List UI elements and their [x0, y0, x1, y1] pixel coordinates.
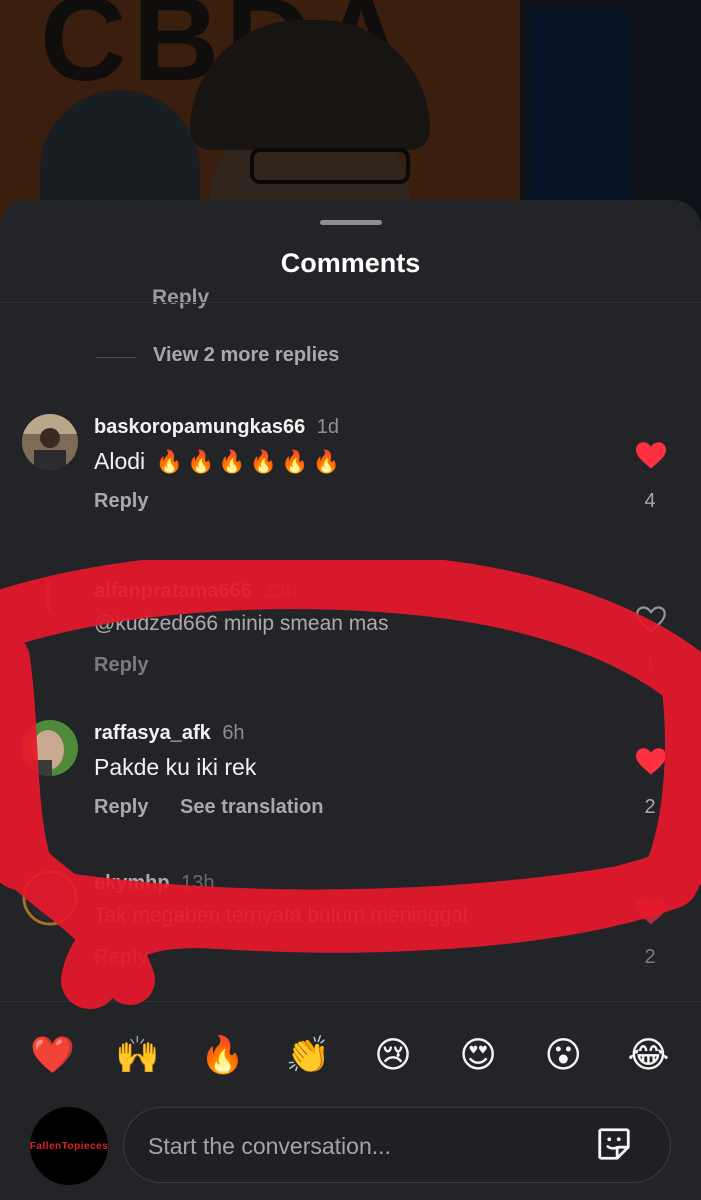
- reply-button[interactable]: Reply: [94, 654, 148, 676]
- emoji-red-heart[interactable]: ❤️: [23, 1034, 83, 1076]
- reply-button[interactable]: Reply: [94, 490, 148, 512]
- sheet-title: Comments: [280, 248, 421, 278]
- like-count: 2: [644, 946, 656, 968]
- like-count: 1: [644, 654, 656, 676]
- comment-item: raffasya_afk 6h Pakde ku iki rek Reply S…: [0, 706, 701, 826]
- emoji-fire[interactable]: 🔥: [193, 1034, 253, 1076]
- partial-reply-label[interactable]: Reply: [152, 286, 209, 310]
- reply-button[interactable]: Reply: [94, 796, 148, 818]
- fire-emoji: 🔥: [218, 449, 246, 474]
- heart-outline-icon[interactable]: [636, 606, 666, 634]
- sheet-grabber[interactable]: [320, 220, 382, 225]
- comment-text: Tak megaben ternyata bulum meninggal: [94, 904, 468, 927]
- comment-time: 1d: [316, 416, 340, 438]
- comment-username[interactable]: baskoropamungkas66: [94, 416, 305, 438]
- fire-emoji: 🔥: [249, 449, 278, 474]
- comment-username[interactable]: ekymhp: [94, 872, 170, 894]
- like-count: 2: [644, 796, 656, 818]
- comment-item: ekymhp 13h Tak megaben ternyata bulum me…: [0, 856, 701, 976]
- heart-filled-icon[interactable]: [636, 442, 666, 470]
- comment-time: 6h: [222, 722, 245, 744]
- avatar[interactable]: [22, 414, 78, 470]
- fire-emoji: 🔥: [312, 449, 340, 474]
- heart-filled-icon[interactable]: [636, 898, 666, 926]
- reply-button[interactable]: Reply: [94, 946, 148, 968]
- heart-filled-icon[interactable]: [636, 748, 666, 776]
- emoji-surprised[interactable]: 😮: [533, 1034, 593, 1076]
- my-avatar[interactable]: FallenTopieces: [30, 1107, 108, 1185]
- like-count: 4: [644, 490, 656, 512]
- comment-text: Pakde ku iki rek: [94, 754, 257, 780]
- comment-username[interactable]: raffasya_afk: [94, 722, 211, 744]
- emoji-quick-bar: ❤️ 🙌 🔥 👏 😢 😍 😮 😂: [0, 1025, 701, 1085]
- fire-emoji: 🔥: [155, 449, 183, 474]
- sticker-icon[interactable]: [595, 1125, 633, 1163]
- comment-item: baskoropamungkas66 1d Alodi 🔥 🔥 🔥 🔥 🔥 🔥 Reply…: [0, 400, 701, 520]
- comment-composer: FallenTopieces Start the conversation...: [0, 1105, 701, 1195]
- emoji-laughing[interactable]: 😂: [618, 1034, 678, 1076]
- view-more-replies-button[interactable]: View 2 more replies: [153, 344, 339, 367]
- comment-text: @kudzed666 minip smean mas: [94, 612, 389, 635]
- comment-item: alfanpratama666 23h @kudzed666 minip sme…: [0, 564, 701, 684]
- comment-text: Alodi: [94, 448, 146, 474]
- comment-username[interactable]: alfanpratama666: [94, 580, 252, 602]
- comments-sheet: Comments Reply View 2 more replies basko…: [0, 200, 701, 1200]
- avatar[interactable]: [22, 870, 78, 926]
- avatar[interactable]: [22, 578, 78, 634]
- comment-input[interactable]: Start the conversation...: [123, 1107, 671, 1183]
- see-translation-button[interactable]: See translation: [180, 796, 323, 818]
- fire-emoji: 🔥: [281, 449, 309, 474]
- avatar[interactable]: [22, 720, 78, 776]
- emoji-crying[interactable]: 😢: [363, 1034, 423, 1076]
- emoji-heart-eyes[interactable]: 😍: [448, 1034, 508, 1076]
- fire-emoji: 🔥: [186, 449, 215, 474]
- emoji-raising-hands[interactable]: 🙌: [108, 1034, 168, 1076]
- comment-time: 23h: [263, 580, 297, 602]
- emoji-clapping[interactable]: 👏: [278, 1034, 338, 1076]
- comment-time: 13h: [181, 872, 215, 894]
